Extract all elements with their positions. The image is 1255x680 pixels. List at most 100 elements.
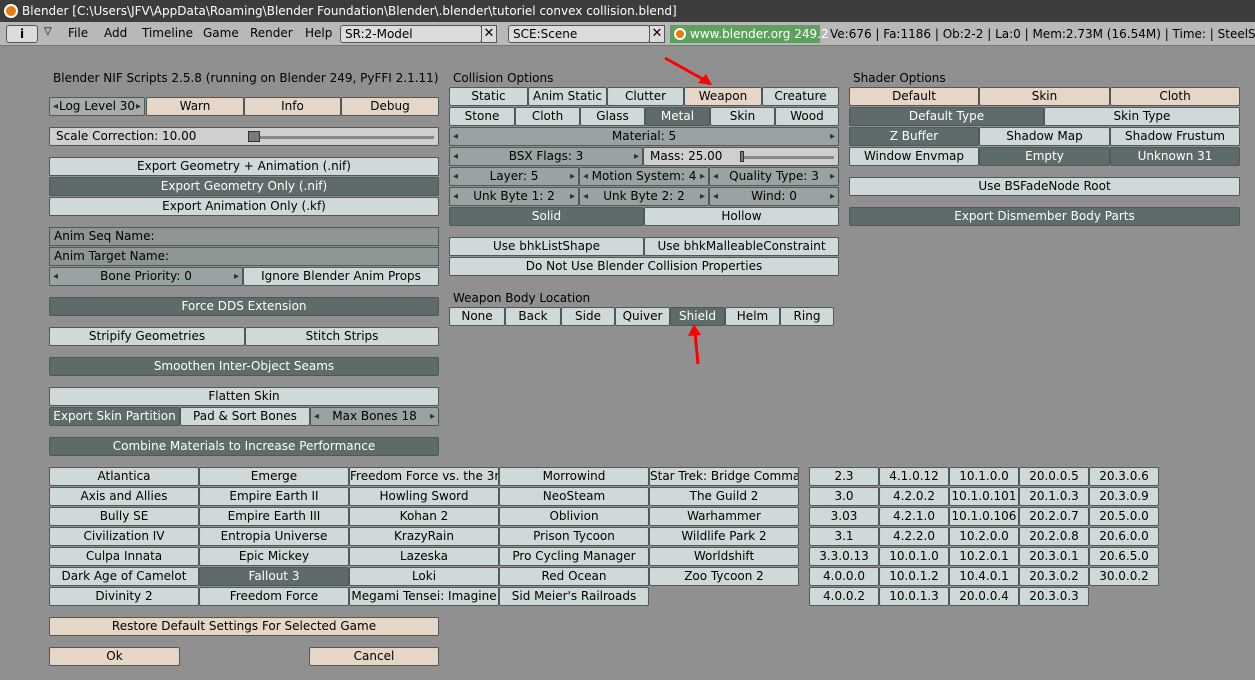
- version-button[interactable]: 3.0: [809, 487, 879, 506]
- version-button[interactable]: 20.2.0.8: [1019, 527, 1089, 546]
- game-button[interactable]: The Guild 2: [649, 487, 799, 506]
- menu-render[interactable]: Render: [250, 26, 293, 40]
- unknown-31-button[interactable]: Unknown 31: [1110, 147, 1240, 166]
- version-button[interactable]: 4.1.0.12: [879, 467, 949, 486]
- material-glass-button[interactable]: Glass: [580, 107, 645, 126]
- menu-file[interactable]: File: [68, 26, 88, 40]
- shadow-frustum-button[interactable]: Shadow Frustum: [1110, 127, 1240, 146]
- body-side-button[interactable]: Side: [561, 307, 615, 326]
- version-button[interactable]: 10.1.0.0: [949, 467, 1019, 486]
- game-button[interactable]: Megami Tensei: Imagine: [349, 587, 499, 606]
- version-button[interactable]: 2.3: [809, 467, 879, 486]
- solid-button[interactable]: Solid: [449, 207, 644, 226]
- blender-url[interactable]: www.blender.org 249.2: [670, 25, 829, 43]
- menu-help[interactable]: Help: [305, 26, 332, 40]
- layer-field[interactable]: Layer: 5: [449, 167, 579, 186]
- game-button[interactable]: Oblivion: [499, 507, 649, 526]
- quality-type-field[interactable]: Quality Type: 3: [709, 167, 839, 186]
- game-button[interactable]: Divinity 2: [49, 587, 199, 606]
- game-button[interactable]: Civilization IV: [49, 527, 199, 546]
- use-bhklistshape-button[interactable]: Use bhkListShape: [449, 237, 644, 256]
- material-wood-button[interactable]: Wood: [775, 107, 839, 126]
- use-bsfadenode-button[interactable]: Use BSFadeNode Root: [849, 177, 1240, 196]
- close-scene-icon[interactable]: ✕: [649, 25, 665, 43]
- game-button[interactable]: Red Ocean: [499, 567, 649, 586]
- use-bhkmalleable-button[interactable]: Use bhkMalleableConstraint: [644, 237, 839, 256]
- body-back-button[interactable]: Back: [505, 307, 561, 326]
- game-button[interactable]: Culpa Innata: [49, 547, 199, 566]
- version-button[interactable]: 10.2.0.1: [949, 547, 1019, 566]
- menu-timeline[interactable]: Timeline: [142, 26, 193, 40]
- game-button[interactable]: Empire Earth II: [199, 487, 349, 506]
- game-button[interactable]: Axis and Allies: [49, 487, 199, 506]
- game-button[interactable]: Entropia Universe: [199, 527, 349, 546]
- anim-seq-name-field[interactable]: Anim Seq Name:: [49, 227, 439, 246]
- shadow-map-button[interactable]: Shadow Map: [979, 127, 1110, 146]
- cancel-button[interactable]: Cancel: [309, 647, 439, 666]
- version-button[interactable]: 10.2.0.0: [949, 527, 1019, 546]
- scale-correction-slider[interactable]: Scale Correction: 10.00: [49, 127, 439, 146]
- version-button[interactable]: 4.2.2.0: [879, 527, 949, 546]
- shader-skin-button[interactable]: Skin: [979, 87, 1110, 106]
- debug-button[interactable]: Debug: [341, 97, 439, 116]
- export-geometry-animation-button[interactable]: Export Geometry + Animation (.nif): [49, 157, 439, 176]
- screen-selector[interactable]: SR:2-Model: [340, 25, 482, 43]
- game-button[interactable]: Kohan 2: [349, 507, 499, 526]
- version-button[interactable]: 20.3.0.6: [1089, 467, 1159, 486]
- version-button[interactable]: 20.1.0.3: [1019, 487, 1089, 506]
- pad-sort-bones-button[interactable]: Pad & Sort Bones: [180, 407, 310, 426]
- version-button[interactable]: 4.2.0.2: [879, 487, 949, 506]
- version-button[interactable]: 20.5.0.0: [1089, 507, 1159, 526]
- game-button[interactable]: Morrowind: [499, 467, 649, 486]
- unk-byte-2-field[interactable]: Unk Byte 2: 2: [579, 187, 709, 206]
- restore-defaults-button[interactable]: Restore Default Settings For Selected Ga…: [49, 617, 439, 636]
- game-button[interactable]: NeoSteam: [499, 487, 649, 506]
- game-button[interactable]: Freedom Force: [199, 587, 349, 606]
- version-button[interactable]: 10.0.1.3: [879, 587, 949, 606]
- menu-game[interactable]: Game: [203, 26, 239, 40]
- wind-field[interactable]: Wind: 0: [709, 187, 839, 206]
- smoothen-seams-button[interactable]: Smoothen Inter-Object Seams: [49, 357, 439, 376]
- version-button[interactable]: 20.3.0.9: [1089, 487, 1159, 506]
- export-dismember-button[interactable]: Export Dismember Body Parts: [849, 207, 1240, 226]
- game-button[interactable]: Sid Meier's Railroads: [499, 587, 649, 606]
- info-button[interactable]: Info: [244, 97, 341, 116]
- game-button[interactable]: Freedom Force vs. the 3r: [349, 467, 499, 486]
- shader-default-button[interactable]: Default: [849, 87, 979, 106]
- empty-button[interactable]: Empty: [979, 147, 1110, 166]
- flatten-skin-button[interactable]: Flatten Skin: [49, 387, 439, 406]
- bone-priority-field[interactable]: Bone Priority: 0: [49, 267, 243, 286]
- stitch-strips-button[interactable]: Stitch Strips: [245, 327, 439, 346]
- game-button[interactable]: Bully SE: [49, 507, 199, 526]
- game-button[interactable]: Lazeska: [349, 547, 499, 566]
- version-button[interactable]: 20.0.0.5: [1019, 467, 1089, 486]
- body-none-button[interactable]: None: [449, 307, 505, 326]
- material-stone-button[interactable]: Stone: [449, 107, 515, 126]
- version-button[interactable]: 10.0.1.2: [879, 567, 949, 586]
- close-screen-icon[interactable]: ✕: [481, 25, 497, 43]
- version-button[interactable]: 20.2.0.7: [1019, 507, 1089, 526]
- hollow-button[interactable]: Hollow: [644, 207, 839, 226]
- game-button[interactable]: Loki: [349, 567, 499, 586]
- game-button[interactable]: Emerge: [199, 467, 349, 486]
- game-button[interactable]: Empire Earth III: [199, 507, 349, 526]
- version-button[interactable]: 10.0.1.0: [879, 547, 949, 566]
- menu-collapse-icon[interactable]: ▽: [44, 26, 52, 37]
- force-dds-button[interactable]: Force DDS Extension: [49, 297, 439, 316]
- version-button[interactable]: 3.03: [809, 507, 879, 526]
- anim-target-name-field[interactable]: Anim Target Name:: [49, 247, 439, 266]
- body-ring-button[interactable]: Ring: [780, 307, 834, 326]
- material-metal-button[interactable]: Metal: [645, 107, 710, 126]
- version-button[interactable]: 20.6.0.0: [1089, 527, 1159, 546]
- game-button[interactable]: KrazyRain: [349, 527, 499, 546]
- version-button[interactable]: 20.3.0.1: [1019, 547, 1089, 566]
- export-skin-partition-button[interactable]: Export Skin Partition: [49, 407, 180, 426]
- game-button[interactable]: Worldshift: [649, 547, 799, 566]
- max-bones-field[interactable]: Max Bones 18: [310, 407, 439, 426]
- material-cloth-button[interactable]: Cloth: [515, 107, 580, 126]
- game-button[interactable]: Epic Mickey: [199, 547, 349, 566]
- mass-slider[interactable]: Mass: 25.00: [643, 147, 839, 166]
- collision-anim-static-button[interactable]: Anim Static: [528, 87, 607, 106]
- motion-system-field[interactable]: Motion System: 4: [579, 167, 709, 186]
- game-button[interactable]: Pro Cycling Manager: [499, 547, 649, 566]
